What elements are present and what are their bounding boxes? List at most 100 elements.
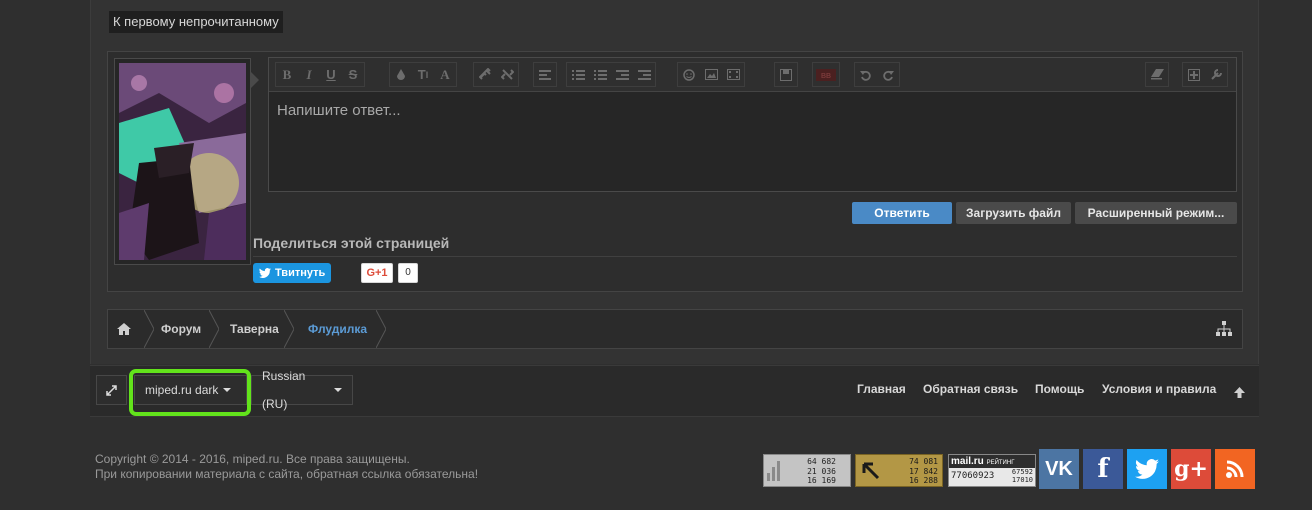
link-icon[interactable] [474, 63, 496, 86]
draft-group [774, 62, 798, 87]
rss-link[interactable] [1215, 449, 1255, 489]
arrow-up-left-icon [862, 462, 880, 480]
gplus-count: 0 [398, 263, 418, 283]
liveinternet-counter[interactable]: 64 682 21 036 16 169 [763, 454, 851, 487]
strikethrough-icon[interactable]: S [342, 63, 364, 86]
bbcode-icon[interactable]: BB [813, 63, 839, 86]
bullet-list-icon[interactable] [567, 63, 589, 86]
twitter-icon [1135, 459, 1159, 479]
tools-group [1182, 62, 1228, 87]
copyright-notice: При копировании материала с сайта, обрат… [95, 467, 479, 481]
user-avatar[interactable] [114, 58, 251, 265]
remove-format-group [1145, 62, 1169, 87]
counter-bars-icon [767, 461, 780, 481]
upload-file-button[interactable]: Загрузить файл [956, 202, 1071, 224]
crumb-separator [144, 310, 154, 348]
breadcrumb-forum[interactable]: Форум [161, 310, 201, 348]
counter-value: 74 081 [909, 457, 938, 466]
facebook-icon: f [1097, 454, 1109, 484]
settings-icon[interactable] [1205, 63, 1227, 86]
first-unread-link[interactable]: К первому непрочитанному [109, 11, 283, 33]
insert-media-group [677, 62, 745, 87]
tweet-button[interactable]: Твитнуть [253, 263, 331, 283]
counter-value: 64 682 [807, 457, 836, 466]
reply-button[interactable]: Ответить [852, 202, 952, 224]
media-icon[interactable] [722, 63, 744, 86]
reply-textarea[interactable]: Напишите ответ... [269, 92, 1236, 191]
share-page-title: Поделиться этой страницей [253, 235, 450, 251]
italic-icon[interactable]: I [298, 63, 320, 86]
advanced-mode-button[interactable]: Расширенный режим... [1075, 202, 1237, 224]
breadcrumb: Форум Таверна Флудилка [107, 309, 1243, 349]
vk-icon: VK [1045, 457, 1073, 480]
font-size-icon[interactable]: TI [412, 63, 434, 86]
tweet-label: Твитнуть [275, 267, 326, 279]
home-icon[interactable] [108, 310, 140, 348]
rss-icon [1226, 460, 1244, 478]
color-icon[interactable] [390, 63, 412, 86]
redo-icon[interactable] [877, 63, 899, 86]
copyright-line: Copyright © 2014 - 2016, miped.ru. Все п… [95, 452, 410, 466]
align-icon[interactable] [534, 63, 556, 86]
crumb-separator [376, 310, 386, 348]
footer-link-help[interactable]: Помощь [1035, 382, 1084, 396]
footer-link-home[interactable]: Главная [857, 382, 906, 396]
insert-icon[interactable] [1183, 63, 1205, 86]
crumb-separator [209, 310, 219, 348]
gplus-icon: g+ [1174, 456, 1208, 482]
breadcrumb-tavern[interactable]: Таверна [230, 310, 279, 348]
language-chooser-label: Russian (RU) [262, 369, 306, 411]
vk-link[interactable]: VK [1039, 449, 1079, 489]
smilie-icon[interactable] [678, 63, 700, 86]
underline-icon[interactable]: U [320, 63, 342, 86]
mailru-rating: РЕЙТИНГ [986, 460, 1015, 466]
copyright: Copyright © 2014 - 2016, miped.ru. Все п… [95, 452, 478, 482]
gplus-button[interactable]: G+1 [361, 263, 393, 283]
outdent-icon[interactable] [611, 63, 633, 86]
mailru-id: 77060923 [951, 471, 995, 481]
align-group [533, 62, 557, 87]
language-chooser[interactable]: Russian (RU) [251, 369, 353, 411]
footer-link-terms[interactable]: Условия и правила [1102, 382, 1216, 396]
top-counter[interactable]: 74 081 17 842 16 288 [855, 454, 943, 487]
history-group [854, 62, 900, 87]
counter-value: 67592 [1011, 468, 1033, 476]
twitter-bird-icon [259, 268, 271, 278]
crumb-separator [284, 310, 294, 348]
share-divider [253, 256, 1237, 257]
counter-value: 16 288 [909, 476, 938, 485]
image-icon[interactable] [700, 63, 722, 86]
save-draft-icon[interactable] [775, 63, 797, 86]
undo-icon[interactable] [855, 63, 877, 86]
mailru-logo: mail.ru [951, 456, 984, 467]
mailru-counter[interactable]: mail.ru РЕЙТИНГ 77060923 67592 17010 [948, 454, 1036, 487]
editor-toolbar: B I U S TI A BB [269, 58, 1236, 92]
remove-format-icon[interactable] [1146, 63, 1168, 86]
facebook-link[interactable]: f [1083, 449, 1123, 489]
indent-icon[interactable] [633, 63, 655, 86]
unlink-icon[interactable] [496, 63, 518, 86]
font-icon[interactable]: A [434, 63, 456, 86]
list-group [566, 62, 656, 87]
breadcrumb-floodilka[interactable]: Флудилка [308, 310, 367, 348]
sitemap-icon[interactable] [1216, 321, 1232, 341]
format-group: B I U S [275, 62, 365, 87]
counter-value: 21 036 [807, 466, 836, 476]
svg-text:BB: BB [821, 73, 831, 80]
scroll-top-icon[interactable] [1234, 385, 1245, 403]
text-style-group: TI A [389, 62, 457, 87]
counter-value: 16 169 [807, 476, 836, 485]
bbcode-group: BB [812, 62, 840, 87]
link-group [473, 62, 519, 87]
counter-value: 17010 [1011, 476, 1033, 484]
bold-icon[interactable]: B [276, 63, 298, 86]
fullscreen-toggle[interactable] [96, 375, 127, 405]
gplus-link[interactable]: g+ [1171, 449, 1211, 489]
chevron-down-icon [334, 388, 342, 392]
footer-link-feedback[interactable]: Обратная связь [923, 382, 1018, 396]
counter-value: 17 842 [909, 466, 938, 476]
twitter-link[interactable] [1127, 449, 1167, 489]
highlight-outline [129, 369, 251, 416]
avatar-pointer [251, 72, 259, 88]
numbered-list-icon[interactable] [589, 63, 611, 86]
